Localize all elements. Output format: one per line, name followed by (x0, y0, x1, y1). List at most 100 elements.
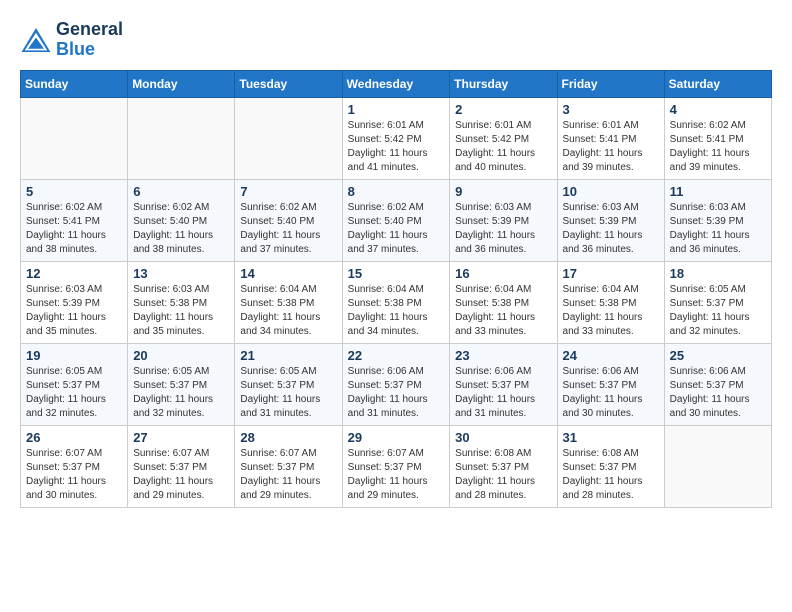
day-info: Sunrise: 6:02 AM Sunset: 5:40 PM Dayligh… (348, 201, 445, 257)
day-number: 3 (563, 102, 659, 117)
calendar-day-cell: 18 Sunrise: 6:05 AM Sunset: 5:37 PM Dayli… (664, 261, 771, 343)
day-number: 5 (26, 184, 122, 199)
day-info: Sunrise: 6:06 AM Sunset: 5:37 PM Dayligh… (348, 365, 445, 421)
calendar-day-cell: 20 Sunrise: 6:05 AM Sunset: 5:37 PM Dayli… (128, 343, 235, 425)
weekday-header: Tuesday (235, 70, 342, 97)
day-info: Sunrise: 6:07 AM Sunset: 5:37 PM Dayligh… (133, 447, 229, 503)
calendar-day-cell (21, 97, 128, 179)
day-number: 18 (670, 266, 766, 281)
calendar-day-cell: 16 Sunrise: 6:04 AM Sunset: 5:38 PM Dayli… (450, 261, 557, 343)
weekday-header: Sunday (21, 70, 128, 97)
calendar-day-cell: 14 Sunrise: 6:04 AM Sunset: 5:38 PM Dayli… (235, 261, 342, 343)
day-number: 19 (26, 348, 122, 363)
day-number: 28 (240, 430, 336, 445)
day-number: 21 (240, 348, 336, 363)
day-info: Sunrise: 6:03 AM Sunset: 5:39 PM Dayligh… (455, 201, 551, 257)
calendar-day-cell: 24Sunrise: 6:06 AM Sunset: 5:37 PM Dayli… (557, 343, 664, 425)
day-info: Sunrise: 6:04 AM Sunset: 5:38 PM Dayligh… (563, 283, 659, 339)
calendar-week-row: 1 Sunrise: 6:01 AM Sunset: 5:42 PM Daylig… (21, 97, 772, 179)
day-info: Sunrise: 6:02 AM Sunset: 5:41 PM Dayligh… (26, 201, 122, 257)
calendar-week-row: 26 Sunrise: 6:07 AM Sunset: 5:37 PM Dayli… (21, 425, 772, 507)
weekday-header: Thursday (450, 70, 557, 97)
day-info: Sunrise: 6:04 AM Sunset: 5:38 PM Dayligh… (240, 283, 336, 339)
day-number: 7 (240, 184, 336, 199)
day-info: Sunrise: 6:07 AM Sunset: 5:37 PM Dayligh… (26, 447, 122, 503)
calendar-day-cell: 26 Sunrise: 6:07 AM Sunset: 5:37 PM Dayli… (21, 425, 128, 507)
calendar-day-cell: 3 Sunrise: 6:01 AM Sunset: 5:41 PM Daylig… (557, 97, 664, 179)
calendar-day-cell: 30Sunrise: 6:08 AM Sunset: 5:37 PM Dayli… (450, 425, 557, 507)
day-number: 13 (133, 266, 229, 281)
calendar-day-cell: 21 Sunrise: 6:05 AM Sunset: 5:37 PM Dayli… (235, 343, 342, 425)
day-number: 15 (348, 266, 445, 281)
day-info: Sunrise: 6:01 AM Sunset: 5:41 PM Dayligh… (563, 119, 659, 175)
logo-text: General Blue (56, 20, 123, 60)
calendar-day-cell: 17 Sunrise: 6:04 AM Sunset: 5:38 PM Dayli… (557, 261, 664, 343)
calendar-day-cell (128, 97, 235, 179)
day-info: Sunrise: 6:05 AM Sunset: 5:37 PM Dayligh… (133, 365, 229, 421)
day-number: 26 (26, 430, 122, 445)
calendar-day-cell: 9 Sunrise: 6:03 AM Sunset: 5:39 PM Daylig… (450, 179, 557, 261)
day-number: 9 (455, 184, 551, 199)
day-info: Sunrise: 6:05 AM Sunset: 5:37 PM Dayligh… (26, 365, 122, 421)
day-number: 10 (563, 184, 659, 199)
calendar-day-cell: 29 Sunrise: 6:07 AM Sunset: 5:37 PM Dayli… (342, 425, 450, 507)
calendar-day-cell: 8 Sunrise: 6:02 AM Sunset: 5:40 PM Daylig… (342, 179, 450, 261)
logo: General Blue (20, 20, 123, 60)
calendar-day-cell: 13Sunrise: 6:03 AM Sunset: 5:38 PM Dayli… (128, 261, 235, 343)
calendar-day-cell: 19 Sunrise: 6:05 AM Sunset: 5:37 PM Dayli… (21, 343, 128, 425)
day-info: Sunrise: 6:05 AM Sunset: 5:37 PM Dayligh… (240, 365, 336, 421)
calendar-day-cell: 6Sunrise: 6:02 AM Sunset: 5:40 PM Daylig… (128, 179, 235, 261)
weekday-header: Saturday (664, 70, 771, 97)
calendar-day-cell: 27Sunrise: 6:07 AM Sunset: 5:37 PM Dayli… (128, 425, 235, 507)
day-info: Sunrise: 6:07 AM Sunset: 5:37 PM Dayligh… (348, 447, 445, 503)
calendar-week-row: 12 Sunrise: 6:03 AM Sunset: 5:39 PM Dayli… (21, 261, 772, 343)
calendar-day-cell: 4Sunrise: 6:02 AM Sunset: 5:41 PM Daylig… (664, 97, 771, 179)
day-info: Sunrise: 6:08 AM Sunset: 5:37 PM Dayligh… (563, 447, 659, 503)
calendar-day-cell: 22Sunrise: 6:06 AM Sunset: 5:37 PM Dayli… (342, 343, 450, 425)
calendar-day-cell: 5 Sunrise: 6:02 AM Sunset: 5:41 PM Daylig… (21, 179, 128, 261)
calendar-day-cell: 7 Sunrise: 6:02 AM Sunset: 5:40 PM Daylig… (235, 179, 342, 261)
calendar-day-cell: 1 Sunrise: 6:01 AM Sunset: 5:42 PM Daylig… (342, 97, 450, 179)
calendar-day-cell: 28 Sunrise: 6:07 AM Sunset: 5:37 PM Dayli… (235, 425, 342, 507)
day-info: Sunrise: 6:08 AM Sunset: 5:37 PM Dayligh… (455, 447, 551, 503)
calendar-body: 1 Sunrise: 6:01 AM Sunset: 5:42 PM Daylig… (21, 97, 772, 507)
day-number: 14 (240, 266, 336, 281)
logo-icon (20, 26, 52, 54)
day-info: Sunrise: 6:02 AM Sunset: 5:41 PM Dayligh… (670, 119, 766, 175)
day-number: 20 (133, 348, 229, 363)
day-info: Sunrise: 6:01 AM Sunset: 5:42 PM Dayligh… (455, 119, 551, 175)
day-info: Sunrise: 6:04 AM Sunset: 5:38 PM Dayligh… (455, 283, 551, 339)
day-info: Sunrise: 6:03 AM Sunset: 5:39 PM Dayligh… (26, 283, 122, 339)
calendar-day-cell: 2Sunrise: 6:01 AM Sunset: 5:42 PM Daylig… (450, 97, 557, 179)
calendar-table: SundayMondayTuesdayWednesdayThursdayFrid… (20, 70, 772, 508)
day-info: Sunrise: 6:02 AM Sunset: 5:40 PM Dayligh… (133, 201, 229, 257)
day-info: Sunrise: 6:06 AM Sunset: 5:37 PM Dayligh… (670, 365, 766, 421)
calendar-week-row: 5 Sunrise: 6:02 AM Sunset: 5:41 PM Daylig… (21, 179, 772, 261)
day-number: 1 (348, 102, 445, 117)
day-info: Sunrise: 6:05 AM Sunset: 5:37 PM Dayligh… (670, 283, 766, 339)
weekday-header: Monday (128, 70, 235, 97)
day-info: Sunrise: 6:07 AM Sunset: 5:37 PM Dayligh… (240, 447, 336, 503)
calendar-day-cell: 15Sunrise: 6:04 AM Sunset: 5:38 PM Dayli… (342, 261, 450, 343)
day-number: 8 (348, 184, 445, 199)
day-info: Sunrise: 6:06 AM Sunset: 5:37 PM Dayligh… (563, 365, 659, 421)
calendar-day-cell: 10Sunrise: 6:03 AM Sunset: 5:39 PM Dayli… (557, 179, 664, 261)
day-number: 16 (455, 266, 551, 281)
weekday-header: Wednesday (342, 70, 450, 97)
day-number: 17 (563, 266, 659, 281)
day-info: Sunrise: 6:03 AM Sunset: 5:39 PM Dayligh… (670, 201, 766, 257)
day-number: 12 (26, 266, 122, 281)
day-number: 29 (348, 430, 445, 445)
calendar-day-cell: 11 Sunrise: 6:03 AM Sunset: 5:39 PM Dayli… (664, 179, 771, 261)
day-info: Sunrise: 6:01 AM Sunset: 5:42 PM Dayligh… (348, 119, 445, 175)
page-header: General Blue (20, 20, 772, 60)
calendar-day-cell: 31Sunrise: 6:08 AM Sunset: 5:37 PM Dayli… (557, 425, 664, 507)
calendar-day-cell (235, 97, 342, 179)
calendar-day-cell: 23 Sunrise: 6:06 AM Sunset: 5:37 PM Dayli… (450, 343, 557, 425)
day-number: 23 (455, 348, 551, 363)
day-info: Sunrise: 6:06 AM Sunset: 5:37 PM Dayligh… (455, 365, 551, 421)
weekday-header: Friday (557, 70, 664, 97)
day-info: Sunrise: 6:02 AM Sunset: 5:40 PM Dayligh… (240, 201, 336, 257)
calendar-day-cell (664, 425, 771, 507)
day-number: 11 (670, 184, 766, 199)
